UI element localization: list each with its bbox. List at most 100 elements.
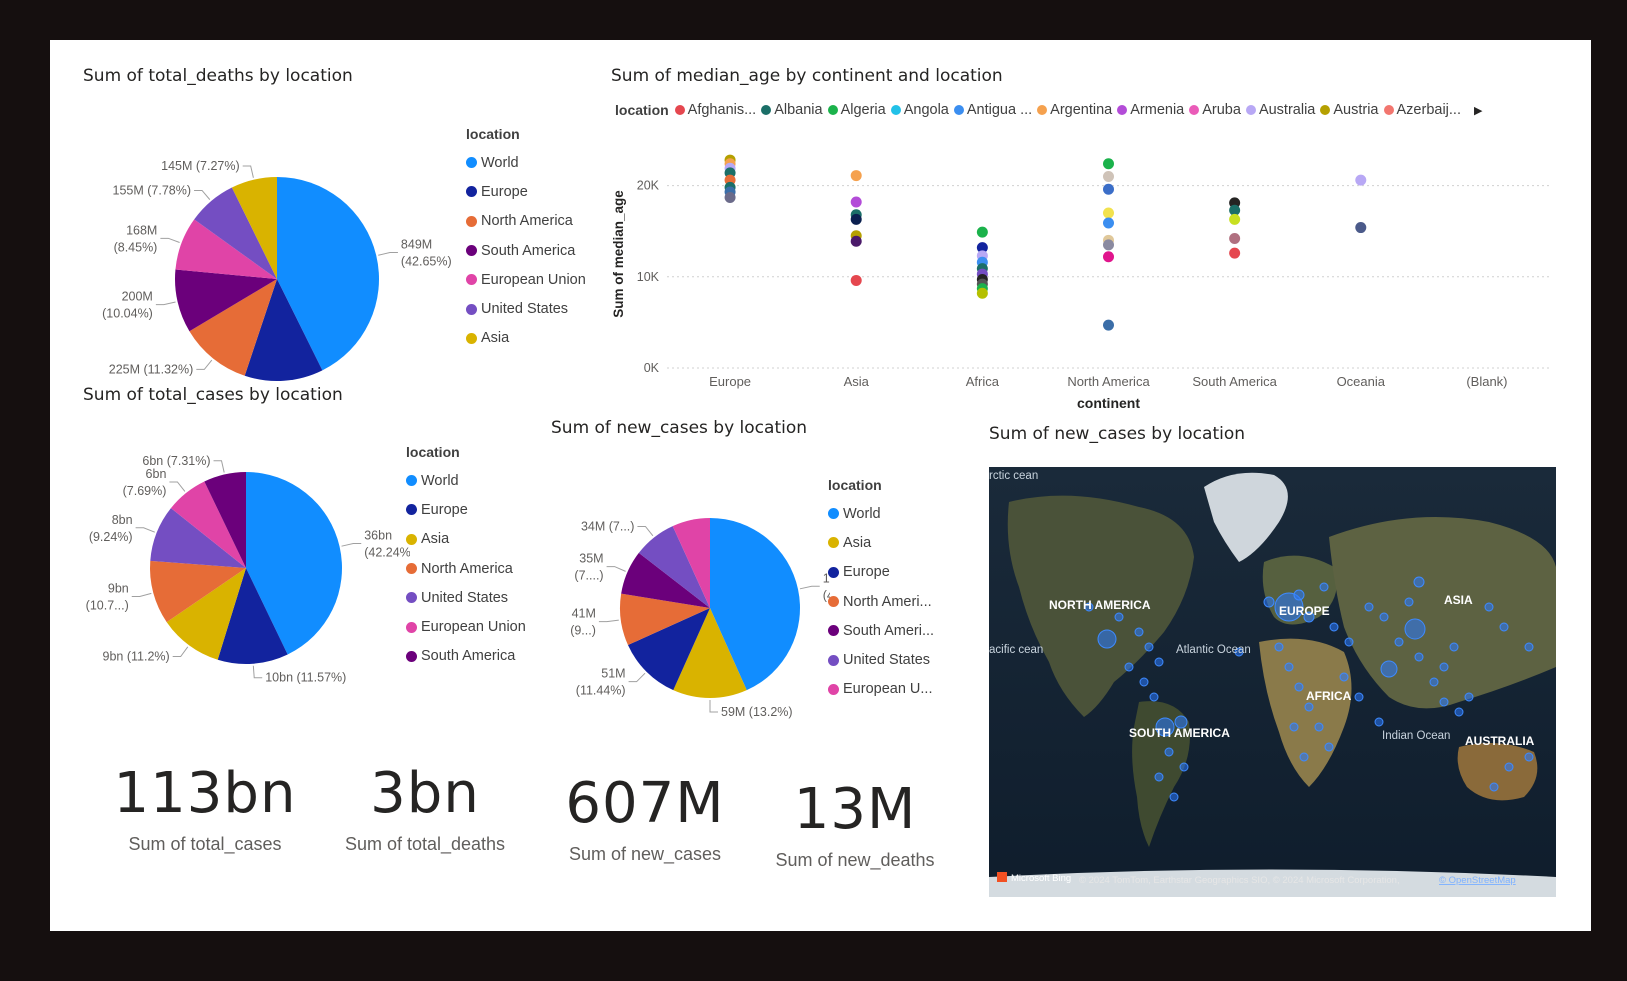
- legend-item[interactable]: Asia: [466, 324, 586, 353]
- scatter-point[interactable]: [1103, 183, 1114, 195]
- map-bubble[interactable]: [1124, 662, 1134, 672]
- map-bubble[interactable]: [1179, 762, 1189, 772]
- legend-item[interactable]: Afghanis...: [674, 102, 756, 118]
- scatter-point[interactable]: [976, 287, 988, 299]
- map-bubble[interactable]: [1489, 782, 1499, 792]
- scatter-point[interactable]: [1355, 174, 1367, 186]
- scatter-point[interactable]: [1355, 222, 1367, 234]
- legend-item[interactable]: European Union: [406, 612, 526, 641]
- map-bubble[interactable]: [1524, 752, 1534, 762]
- scatter-point[interactable]: [1229, 232, 1241, 244]
- scatter-point[interactable]: [1103, 158, 1114, 170]
- map-bubble[interactable]: [1464, 692, 1474, 702]
- map-bubble[interactable]: [1169, 792, 1179, 802]
- map-bubble[interactable]: [1404, 618, 1426, 640]
- map-bubble[interactable]: [1414, 652, 1424, 662]
- deaths-pie-chart[interactable]: 849M(42.65%)248M (12.48%)225M (11.32%)20…: [50, 92, 470, 382]
- scatter-point[interactable]: [1229, 247, 1241, 259]
- map-bubble[interactable]: [1289, 722, 1299, 732]
- cases-pie-chart[interactable]: 36bn (42.24%) 10bn (11.57%) 9bn (11.2%) 9bn (…: [50, 410, 410, 710]
- map-bubble[interactable]: [1413, 576, 1425, 588]
- map-bubble[interactable]: [1504, 762, 1514, 772]
- map-bubble[interactable]: [1114, 612, 1124, 622]
- legend-item[interactable]: Europe: [466, 177, 586, 206]
- map-bubble[interactable]: [1364, 602, 1374, 612]
- legend-item[interactable]: North Ameri...: [828, 587, 934, 616]
- scatter-point[interactable]: [1103, 217, 1114, 229]
- median-age-scatter-chart[interactable]: 0K 10K 20K Europe Asia Africa North America Sou…: [605, 130, 1590, 460]
- legend-item[interactable]: Argentina: [1037, 102, 1112, 118]
- scatter-point[interactable]: [850, 213, 862, 225]
- scatter-point[interactable]: [850, 235, 862, 247]
- legend-item[interactable]: World: [406, 466, 526, 495]
- map-bubble[interactable]: [1154, 772, 1164, 782]
- scatter-point[interactable]: [1103, 239, 1114, 251]
- map-bubble[interactable]: [1339, 672, 1349, 682]
- map-bubble[interactable]: [1404, 597, 1414, 607]
- scatter-point[interactable]: [1229, 213, 1241, 225]
- map-bubble[interactable]: [1144, 642, 1154, 652]
- map-bubble[interactable]: [1319, 582, 1329, 592]
- legend-item[interactable]: Aruba: [1189, 102, 1241, 118]
- legend-item[interactable]: United States: [828, 645, 934, 674]
- legend-item[interactable]: Asia: [406, 525, 526, 554]
- legend-item[interactable]: South Ameri...: [828, 616, 934, 645]
- bubble-map[interactable]: NORTH AMERICA EUROPE ASIA AFRICA SOUTH A…: [989, 467, 1556, 897]
- scatter-point[interactable]: [850, 170, 862, 182]
- legend-item[interactable]: Armenia: [1117, 102, 1184, 118]
- map-bubble[interactable]: [1329, 622, 1339, 632]
- legend-next-arrow-icon[interactable]: ▶: [1474, 104, 1482, 117]
- map-bubble[interactable]: [1484, 602, 1494, 612]
- map-bubble[interactable]: [1293, 589, 1305, 601]
- map-bubble[interactable]: [1374, 717, 1384, 727]
- map-bubble[interactable]: [1149, 692, 1159, 702]
- legend-item[interactable]: Algeria: [827, 102, 886, 118]
- map-bubble[interactable]: [1154, 657, 1164, 667]
- legend-item[interactable]: Austria: [1320, 102, 1379, 118]
- scatter-point[interactable]: [850, 196, 862, 208]
- legend-item[interactable]: Azerbaij...: [1383, 102, 1461, 118]
- scatter-point[interactable]: [1103, 319, 1114, 331]
- scatter-point[interactable]: [1103, 170, 1114, 182]
- map-bubble[interactable]: [1294, 682, 1304, 692]
- legend-item[interactable]: World: [828, 499, 934, 528]
- map-bubble[interactable]: [1304, 702, 1314, 712]
- map-bubble[interactable]: [1429, 677, 1439, 687]
- legend-item[interactable]: World: [466, 148, 586, 177]
- legend-item[interactable]: North America: [406, 554, 526, 583]
- legend-item[interactable]: South America: [466, 236, 586, 265]
- scatter-point[interactable]: [976, 226, 988, 238]
- map-bubble[interactable]: [1097, 629, 1117, 649]
- scatter-point[interactable]: [724, 191, 736, 203]
- legend-item[interactable]: Albania: [761, 102, 823, 118]
- legend-item[interactable]: Angola: [890, 102, 949, 118]
- map-canvas[interactable]: NORTH AMERICA EUROPE ASIA AFRICA SOUTH A…: [989, 467, 1556, 897]
- legend-item[interactable]: Australia: [1245, 102, 1315, 118]
- map-bubble[interactable]: [1139, 677, 1149, 687]
- map-bubble[interactable]: [1379, 612, 1389, 622]
- map-bubble[interactable]: [1284, 662, 1294, 672]
- legend-item[interactable]: North America: [466, 207, 586, 236]
- map-bubble[interactable]: [1439, 662, 1449, 672]
- map-bubble[interactable]: [1394, 637, 1404, 647]
- new-cases-pie-chart[interactable]: 191M(43.04%)59M (13.2%)51M(11.44%)41M(9.…: [530, 450, 830, 730]
- legend-item[interactable]: Antigua ...: [953, 102, 1032, 118]
- map-bubble[interactable]: [1449, 642, 1459, 652]
- map-bubble[interactable]: [1324, 742, 1334, 752]
- map-bubble[interactable]: [1299, 752, 1309, 762]
- map-bubble[interactable]: [1344, 637, 1354, 647]
- map-bubble[interactable]: [1134, 627, 1144, 637]
- map-bubble[interactable]: [1263, 596, 1275, 608]
- legend-item[interactable]: Europe: [406, 495, 526, 524]
- map-bubble[interactable]: [1524, 642, 1534, 652]
- openstreetmap-link[interactable]: © OpenStreetMap: [1439, 875, 1516, 886]
- legend-item[interactable]: European U...: [828, 675, 934, 704]
- scatter-point[interactable]: [1103, 251, 1114, 263]
- legend-item[interactable]: United States: [466, 294, 586, 323]
- scatter-point[interactable]: [850, 274, 862, 286]
- legend-item[interactable]: European Union: [466, 265, 586, 294]
- map-bubble[interactable]: [1499, 622, 1509, 632]
- map-bubble[interactable]: [1314, 722, 1324, 732]
- map-bubble[interactable]: [1354, 692, 1364, 702]
- legend-item[interactable]: United States: [406, 583, 526, 612]
